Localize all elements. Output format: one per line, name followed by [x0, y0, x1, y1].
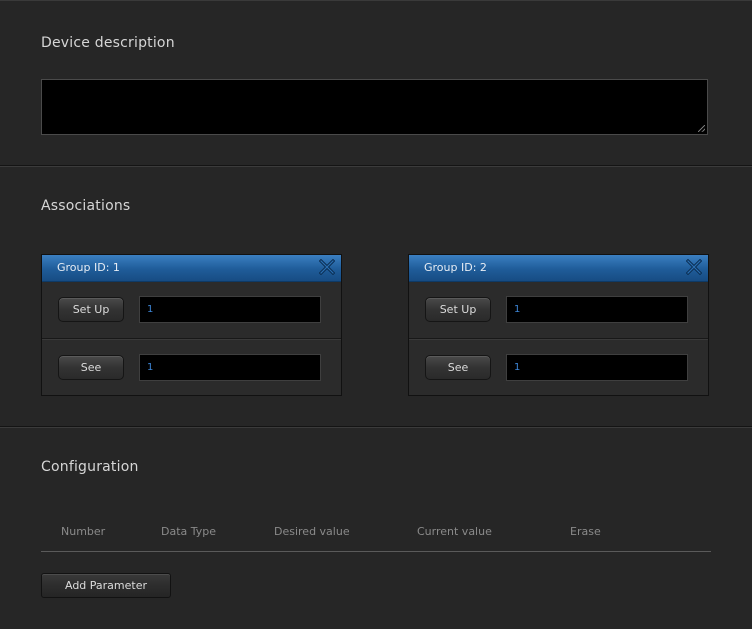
resize-grip-icon[interactable]: [698, 125, 705, 132]
column-header-desired-value: Desired value: [274, 525, 350, 538]
column-header-data-type: Data Type: [161, 525, 217, 538]
close-icon[interactable]: [319, 259, 335, 275]
column-header-erase: Erase: [570, 525, 601, 538]
device-description-textarea[interactable]: [41, 79, 708, 135]
device-settings-page: Device description Associations Group ID…: [0, 0, 752, 629]
section-divider: [0, 426, 752, 427]
associations-title: Associations: [41, 198, 131, 214]
setup-row: Set Up 1: [42, 282, 341, 339]
association-group-1: Group ID: 1 Set Up 1 See 1: [41, 254, 342, 396]
close-icon[interactable]: [686, 259, 702, 275]
setup-input[interactable]: 1: [139, 296, 321, 323]
see-input[interactable]: 1: [139, 354, 321, 381]
setup-input[interactable]: 1: [506, 296, 688, 323]
group-title: Group ID: 2: [424, 261, 487, 274]
setup-button[interactable]: Set Up: [58, 297, 124, 322]
see-row: See 1: [42, 340, 341, 396]
setup-row: Set Up 1: [409, 282, 708, 339]
see-row: See 1: [409, 340, 708, 396]
association-group-2: Group ID: 2 Set Up 1 See 1: [408, 254, 709, 396]
column-header-current-value: Current value: [417, 525, 492, 538]
add-parameter-button[interactable]: Add Parameter: [41, 573, 171, 598]
section-divider: [0, 165, 752, 166]
setup-button[interactable]: Set Up: [425, 297, 491, 322]
column-header-number: Number: [61, 525, 106, 538]
device-description-title: Device description: [41, 35, 175, 51]
see-button[interactable]: See: [58, 355, 124, 380]
table-header-line: [41, 551, 711, 552]
see-button[interactable]: See: [425, 355, 491, 380]
configuration-title: Configuration: [41, 459, 139, 475]
group-title: Group ID: 1: [57, 261, 120, 274]
group-header: Group ID: 1: [42, 255, 341, 282]
group-header: Group ID: 2: [409, 255, 708, 282]
see-input[interactable]: 1: [506, 354, 688, 381]
